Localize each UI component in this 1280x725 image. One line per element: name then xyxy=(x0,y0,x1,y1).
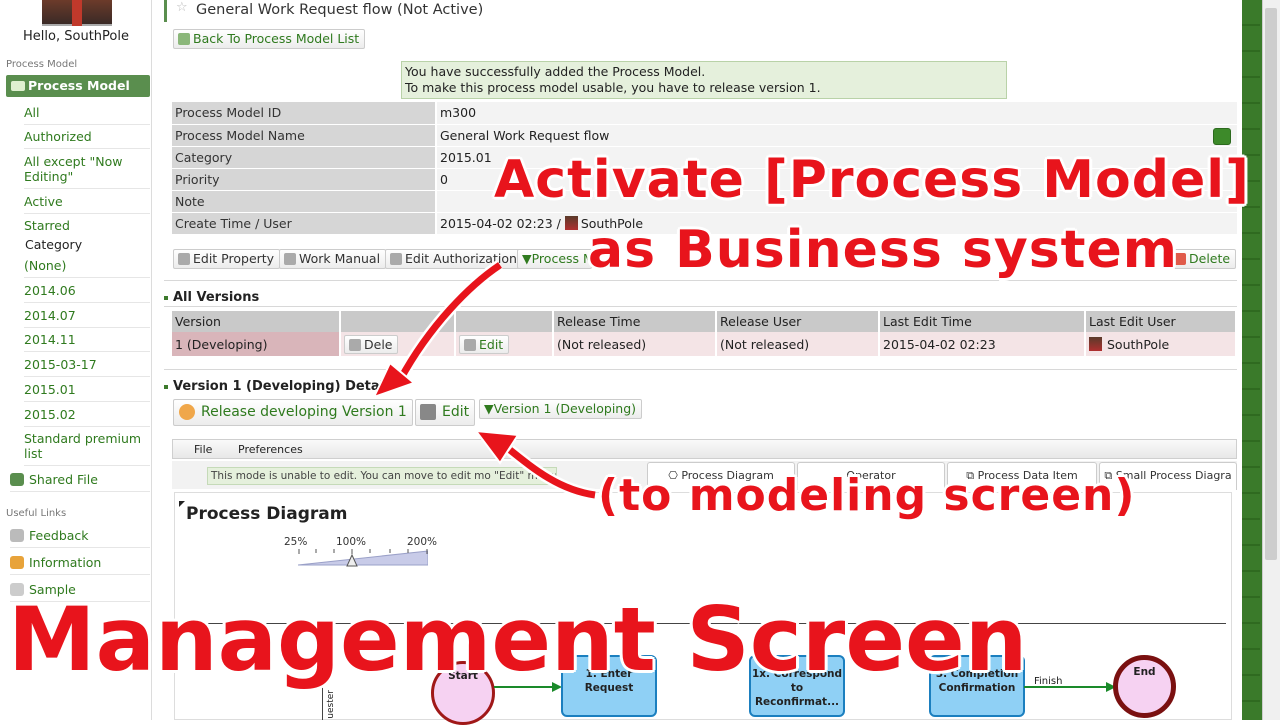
back-arrow-icon xyxy=(178,33,190,45)
version-cell: 1 (Developing) xyxy=(172,332,341,356)
category-item[interactable]: 2015.01 xyxy=(24,382,150,402)
back-to-list-button[interactable]: Back To Process Model List xyxy=(173,29,366,49)
col-header: Version xyxy=(172,311,341,332)
notice-line: To make this process model usable, you h… xyxy=(405,80,821,95)
section-caption: Process Model xyxy=(6,59,78,70)
menu-preferences[interactable]: Preferences xyxy=(238,443,303,456)
success-notice: You have successfully added the Process … xyxy=(401,61,1007,99)
title-accent-bar xyxy=(164,0,167,22)
edit-property-button[interactable]: Edit Property xyxy=(173,249,281,269)
information-icon xyxy=(10,556,24,569)
zoom-slider[interactable] xyxy=(298,549,428,567)
lane-label: uester xyxy=(326,690,336,719)
finish-flow-label: Finish xyxy=(1034,676,1063,687)
prop-key: Process Model Name xyxy=(172,124,436,147)
annotation-arrows xyxy=(372,260,597,501)
header-row: Version Release Time Release User Last E… xyxy=(172,311,1237,332)
filter-starred[interactable]: Starred xyxy=(24,218,150,237)
useful-links-caption: Useful Links xyxy=(6,508,67,519)
prop-key: Note xyxy=(172,190,436,213)
category-item[interactable]: (None) xyxy=(24,258,150,278)
prop-value: m300 xyxy=(435,102,1237,125)
power-icon xyxy=(179,404,195,420)
information-label: Information xyxy=(29,555,102,570)
col-header: Release User xyxy=(716,311,880,332)
information-link[interactable]: Information xyxy=(10,555,150,575)
notice-line: You have successfully added the Process … xyxy=(405,64,706,79)
feedback-icon xyxy=(10,529,24,542)
star-icon[interactable]: ☆ xyxy=(176,0,188,15)
shared-file-link[interactable]: Shared File xyxy=(10,472,150,492)
divider xyxy=(164,369,1237,370)
feedback-label: Feedback xyxy=(29,528,89,543)
editor-menubar: File Preferences xyxy=(172,439,1237,459)
overlay-management: Management Screen xyxy=(8,588,1028,691)
user-avatar-icon xyxy=(1089,336,1102,351)
zoom-min-label: 25% xyxy=(284,536,308,548)
last-edit-user-name: SouthPole xyxy=(1107,336,1170,352)
divider xyxy=(164,306,1237,307)
table-row: Process Model ID m300 xyxy=(172,102,1237,125)
last-edit-time-cell: 2015-04-02 02:23 xyxy=(879,332,1086,356)
avatar xyxy=(42,0,112,26)
col-header: Last Edit Time xyxy=(879,311,1086,332)
table-row: 1 (Developing) Dele Edit (Not released) … xyxy=(172,332,1237,356)
create-time: 2015-04-02 02:23 / xyxy=(440,215,565,231)
manual-icon xyxy=(284,253,296,265)
edit-property-label: Edit Property xyxy=(193,251,275,266)
end-node[interactable]: End xyxy=(1113,655,1176,718)
prop-value: General Work Request flow xyxy=(435,124,1237,147)
user-avatar-icon xyxy=(564,215,578,230)
prop-value-text: General Work Request flow xyxy=(440,127,610,143)
table-row: Process Model Name General Work Request f… xyxy=(172,124,1237,147)
shared-file-icon xyxy=(10,473,24,486)
category-item[interactable]: 2014.11 xyxy=(24,332,150,352)
zoom-max-label: 200% xyxy=(407,536,438,548)
last-edit-user-cell: SouthPole xyxy=(1085,332,1237,356)
category-item[interactable]: 2015-03-17 xyxy=(24,357,150,377)
comment-icon[interactable] xyxy=(1213,127,1231,145)
page-title: General Work Request flow (Not Active) xyxy=(196,2,484,18)
filter-authorized[interactable]: Authorized xyxy=(24,129,150,149)
category-label: Category xyxy=(25,237,83,252)
menu-file[interactable]: File xyxy=(194,443,212,456)
category-item[interactable]: 2014.07 xyxy=(24,308,150,328)
filter-all[interactable]: All xyxy=(24,105,150,125)
category-item[interactable]: 2015.02 xyxy=(24,407,150,427)
category-item[interactable]: 2014.06 xyxy=(24,283,150,303)
back-button-label: Back To Process Model List xyxy=(193,31,360,46)
shared-file-label: Shared File xyxy=(29,472,98,487)
delete-button[interactable]: Delete xyxy=(1169,249,1237,269)
divider xyxy=(164,280,1237,281)
overlay-activate: Activate [Process Model] xyxy=(494,150,1250,210)
col-header: Last Edit User xyxy=(1085,311,1237,332)
greeting: Hello, SouthPole xyxy=(23,29,129,44)
category-item[interactable]: Standard premium list xyxy=(24,431,150,466)
overlay-modeling: (to modeling screen) xyxy=(598,470,1136,521)
release-user-cell: (Not released) xyxy=(716,332,880,356)
delete-label: Delete xyxy=(1189,251,1231,266)
prop-key: Create Time / User xyxy=(172,212,436,235)
feedback-link[interactable]: Feedback xyxy=(10,528,150,548)
overlay-business-system: as Business system xyxy=(588,220,1178,280)
document-icon xyxy=(178,253,190,265)
end-label: End xyxy=(1133,666,1156,678)
corner-marker xyxy=(179,501,185,507)
prop-key: Category xyxy=(172,146,436,169)
diagram-title: Process Diagram xyxy=(186,504,348,524)
prop-key: Priority xyxy=(172,168,436,191)
zoom-mid-label: 100% xyxy=(336,536,367,548)
list-icon xyxy=(11,81,25,91)
prop-key: Process Model ID xyxy=(172,102,436,125)
scrollbar-thumb[interactable] xyxy=(1265,8,1277,560)
process-model-list-header[interactable]: Process Model List xyxy=(6,75,150,115)
all-versions-title: All Versions xyxy=(164,290,259,305)
filter-active[interactable]: Active xyxy=(24,194,150,214)
filter-not-editing[interactable]: All except "Now Editing" xyxy=(24,154,150,189)
version-detail-title: Version 1 (Developing) Detail xyxy=(164,379,389,394)
versions-table: Version Release Time Release User Last E… xyxy=(172,311,1237,356)
